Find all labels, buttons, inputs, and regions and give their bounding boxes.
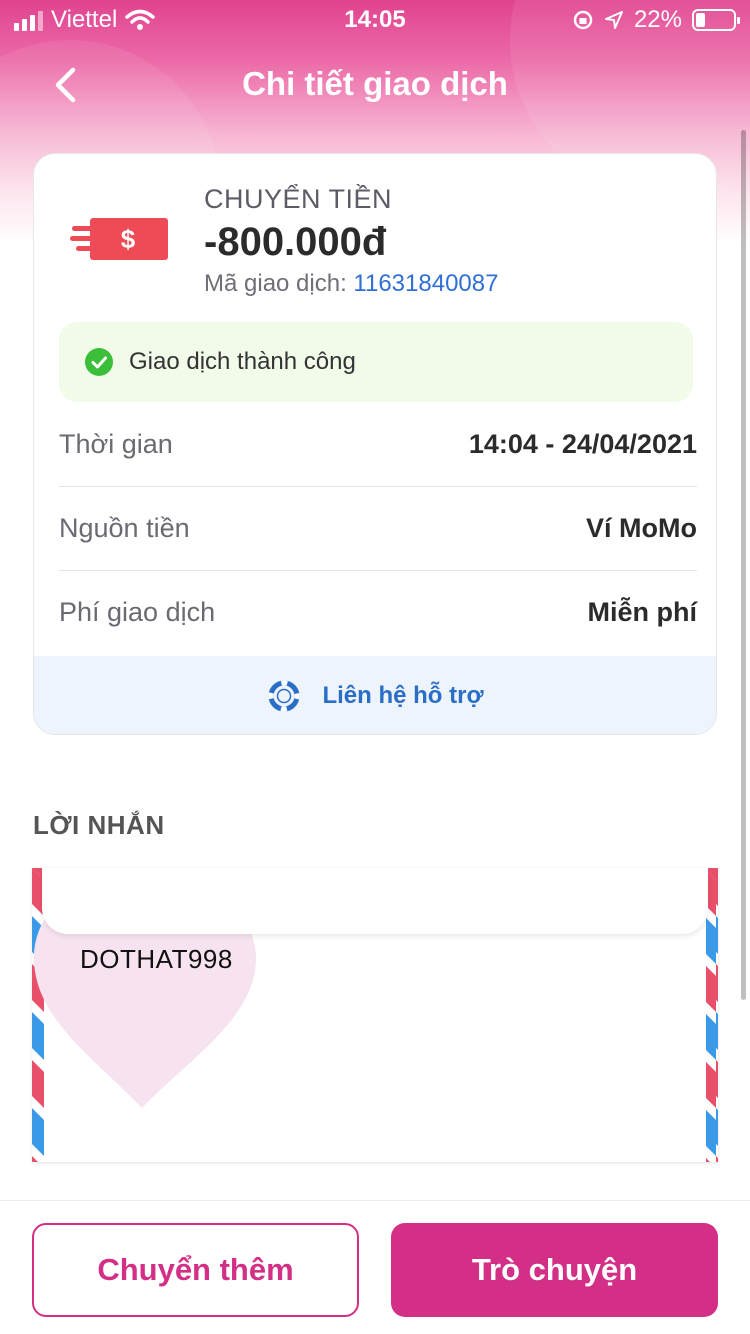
message-envelope: DOTHAT998	[32, 868, 718, 1162]
detail-row-time: Thời gian 14:04 - 24/04/2021	[59, 402, 697, 486]
check-circle-icon	[85, 348, 113, 376]
battery-percent: 22%	[633, 6, 682, 33]
envelope-flap	[42, 868, 708, 934]
bottom-action-bar: Chuyển thêm Trò chuyện	[0, 1200, 750, 1334]
lifebuoy-icon	[268, 680, 300, 712]
status-bar: Viettel 14:05 22%	[0, 0, 750, 40]
status-text: Giao dịch thành công	[129, 348, 356, 375]
page-title: Chi tiết giao dịch	[242, 65, 508, 102]
battery-icon	[692, 9, 740, 31]
detail-label: Phí giao dịch	[59, 596, 216, 627]
support-label: Liên hệ hỗ trợ	[322, 682, 484, 709]
detail-value: Miễn phí	[587, 596, 698, 627]
detail-value: Ví MoMo	[586, 512, 697, 543]
transfer-more-button[interactable]: Chuyển thêm	[32, 1223, 359, 1317]
transaction-code-line: Mã giao dịch: 11631840087	[204, 270, 498, 298]
scrollbar[interactable]	[741, 130, 746, 1000]
transaction-code-label: Mã giao dịch:	[204, 270, 347, 297]
detail-label: Nguồn tiền	[59, 512, 190, 543]
transaction-amount: -800.000đ	[204, 220, 387, 264]
message-text: DOTHAT998	[80, 944, 233, 974]
location-icon	[604, 11, 623, 29]
money-transfer-icon: $	[70, 218, 168, 260]
message-section-title: LỜI NHẮN	[33, 810, 165, 840]
detail-label: Thời gian	[59, 428, 173, 459]
transaction-type: CHUYỂN TIỀN	[204, 184, 393, 214]
transaction-code[interactable]: 11631840087	[353, 270, 498, 297]
detail-value: 14:04 - 24/04/2021	[468, 428, 697, 459]
rotation-lock-icon	[573, 10, 593, 30]
support-button[interactable]: Liên hệ hỗ trợ	[34, 656, 716, 734]
detail-row-source: Nguồn tiền Ví MoMo	[59, 486, 697, 570]
chat-button[interactable]: Trò chuyện	[391, 1223, 718, 1317]
transaction-card: $ CHUYỂN TIỀN -800.000đ Mã giao dịch: 11…	[33, 153, 717, 735]
nav-bar: Chi tiết giao dịch	[0, 55, 750, 115]
svg-text:$: $	[121, 224, 136, 254]
detail-row-fee: Phí giao dịch Miễn phí	[59, 570, 697, 654]
status-banner: Giao dịch thành công	[59, 322, 693, 402]
